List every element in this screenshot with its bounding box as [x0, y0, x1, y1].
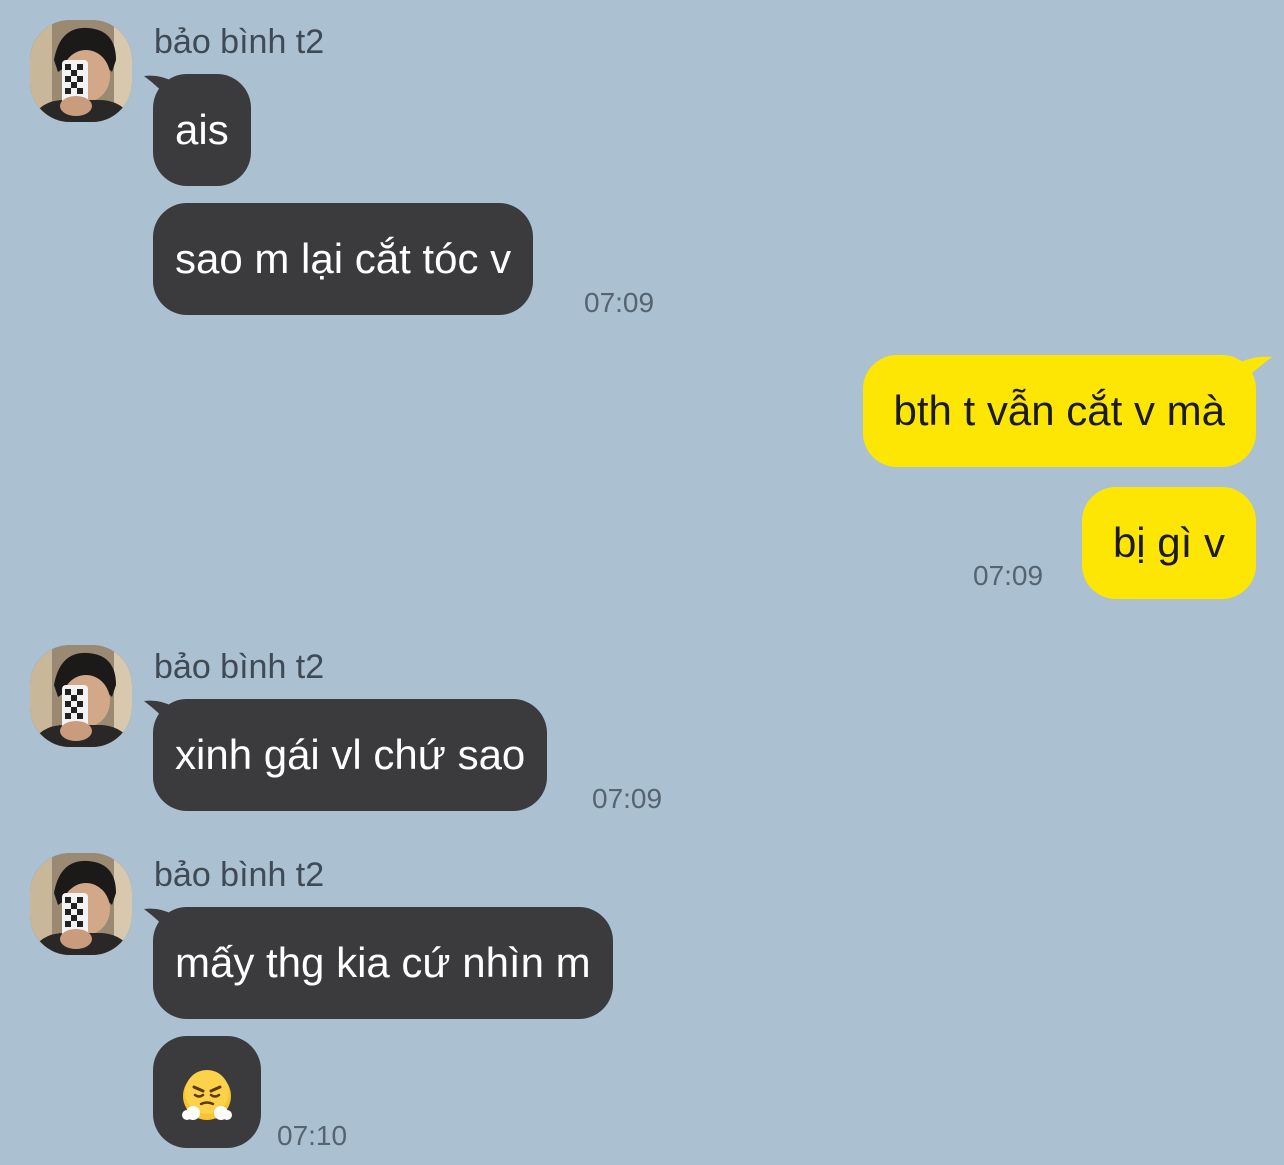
message-bubble[interactable]: bị gì v: [1081, 487, 1256, 599]
message-timestamp: 07:09: [584, 287, 655, 318]
message-bubble[interactable]: xinh gái vl chứ sao: [153, 699, 548, 811]
message-bubble[interactable]: bth t vẫn cắt v mà: [862, 355, 1256, 467]
sender-avatar[interactable]: [30, 20, 132, 122]
message-bubble[interactable]: [153, 1036, 261, 1148]
avatar-photo-icon: [30, 853, 132, 955]
face-with-steam-from-nose-icon: [181, 1070, 233, 1122]
message-bubble[interactable]: mấy thg kia cứ nhìn m: [153, 907, 613, 1019]
avatar-photo-icon: [30, 20, 132, 122]
sender-name: bảo bình t2: [154, 856, 325, 894]
message-bubble[interactable]: ais: [153, 74, 251, 186]
sender-name: bảo bình t2: [154, 648, 325, 686]
sender-avatar[interactable]: [30, 853, 132, 955]
bubble-tail: [1238, 356, 1272, 385]
avatar-photo-icon: [30, 645, 132, 747]
message-timestamp: 07:10: [277, 1120, 348, 1151]
chat-message-list[interactable]: bảo bình t2 ais sao m lại cắt tóc v 07:0…: [0, 0, 1284, 1165]
message-bubble[interactable]: sao m lại cắt tóc v: [153, 203, 534, 315]
message-timestamp: 07:09: [973, 560, 1044, 591]
sender-name: bảo bình t2: [154, 23, 325, 61]
sender-avatar[interactable]: [30, 645, 132, 747]
message-timestamp: 07:09: [592, 783, 663, 814]
